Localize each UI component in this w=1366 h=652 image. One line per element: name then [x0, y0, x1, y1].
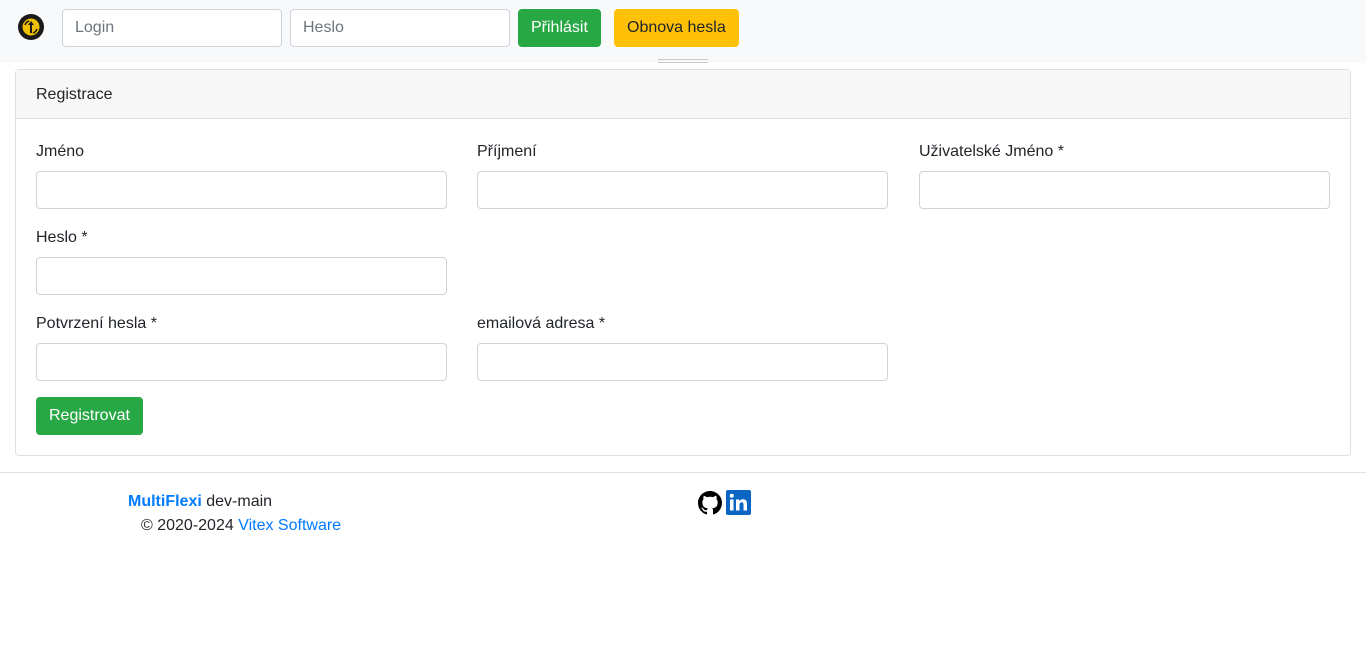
password-input[interactable]	[290, 9, 510, 47]
password-confirm-input[interactable]	[36, 343, 447, 381]
email-label: emailová adresa *	[477, 315, 606, 332]
top-navbar: Přihlásit Obnova hesla	[0, 0, 1366, 63]
footer: MultiFlexi dev-main © 2020-2024 Vitex So…	[0, 472, 1366, 652]
company-link[interactable]: Vitex Software	[238, 517, 341, 534]
last-name-input[interactable]	[477, 171, 888, 209]
brand-link[interactable]: MultiFlexi	[128, 493, 202, 510]
copyright-text: © 2020-2024	[141, 517, 234, 534]
password-confirm-label: Potvrzení hesla *	[36, 315, 157, 332]
footer-copyright-line: © 2020-2024 Vitex Software	[141, 516, 341, 536]
version-text: dev-main	[206, 493, 273, 510]
password-field[interactable]	[36, 257, 447, 295]
navbar-resize-handle[interactable]	[658, 59, 708, 63]
username-input[interactable]	[919, 171, 1330, 209]
registration-title: Registrace	[16, 70, 1350, 119]
register-button[interactable]: Registrovat	[36, 397, 143, 435]
app-logo-icon[interactable]	[16, 12, 46, 42]
login-input[interactable]	[62, 9, 282, 47]
linkedin-icon[interactable]	[726, 490, 751, 515]
first-name-label: Jméno	[36, 143, 85, 160]
email-input[interactable]	[477, 343, 888, 381]
password-label: Heslo *	[36, 229, 88, 246]
password-reset-button[interactable]: Obnova hesla	[614, 9, 739, 47]
registration-card: Registrace Jméno Příjmení Uživatelské Jm…	[15, 69, 1351, 456]
first-name-input[interactable]	[36, 171, 447, 209]
login-button[interactable]: Přihlásit	[518, 9, 601, 47]
github-icon[interactable]	[698, 491, 722, 515]
last-name-label: Příjmení	[477, 143, 537, 160]
username-label: Uživatelské Jméno *	[919, 143, 1064, 160]
footer-version-line: MultiFlexi dev-main	[128, 492, 272, 512]
